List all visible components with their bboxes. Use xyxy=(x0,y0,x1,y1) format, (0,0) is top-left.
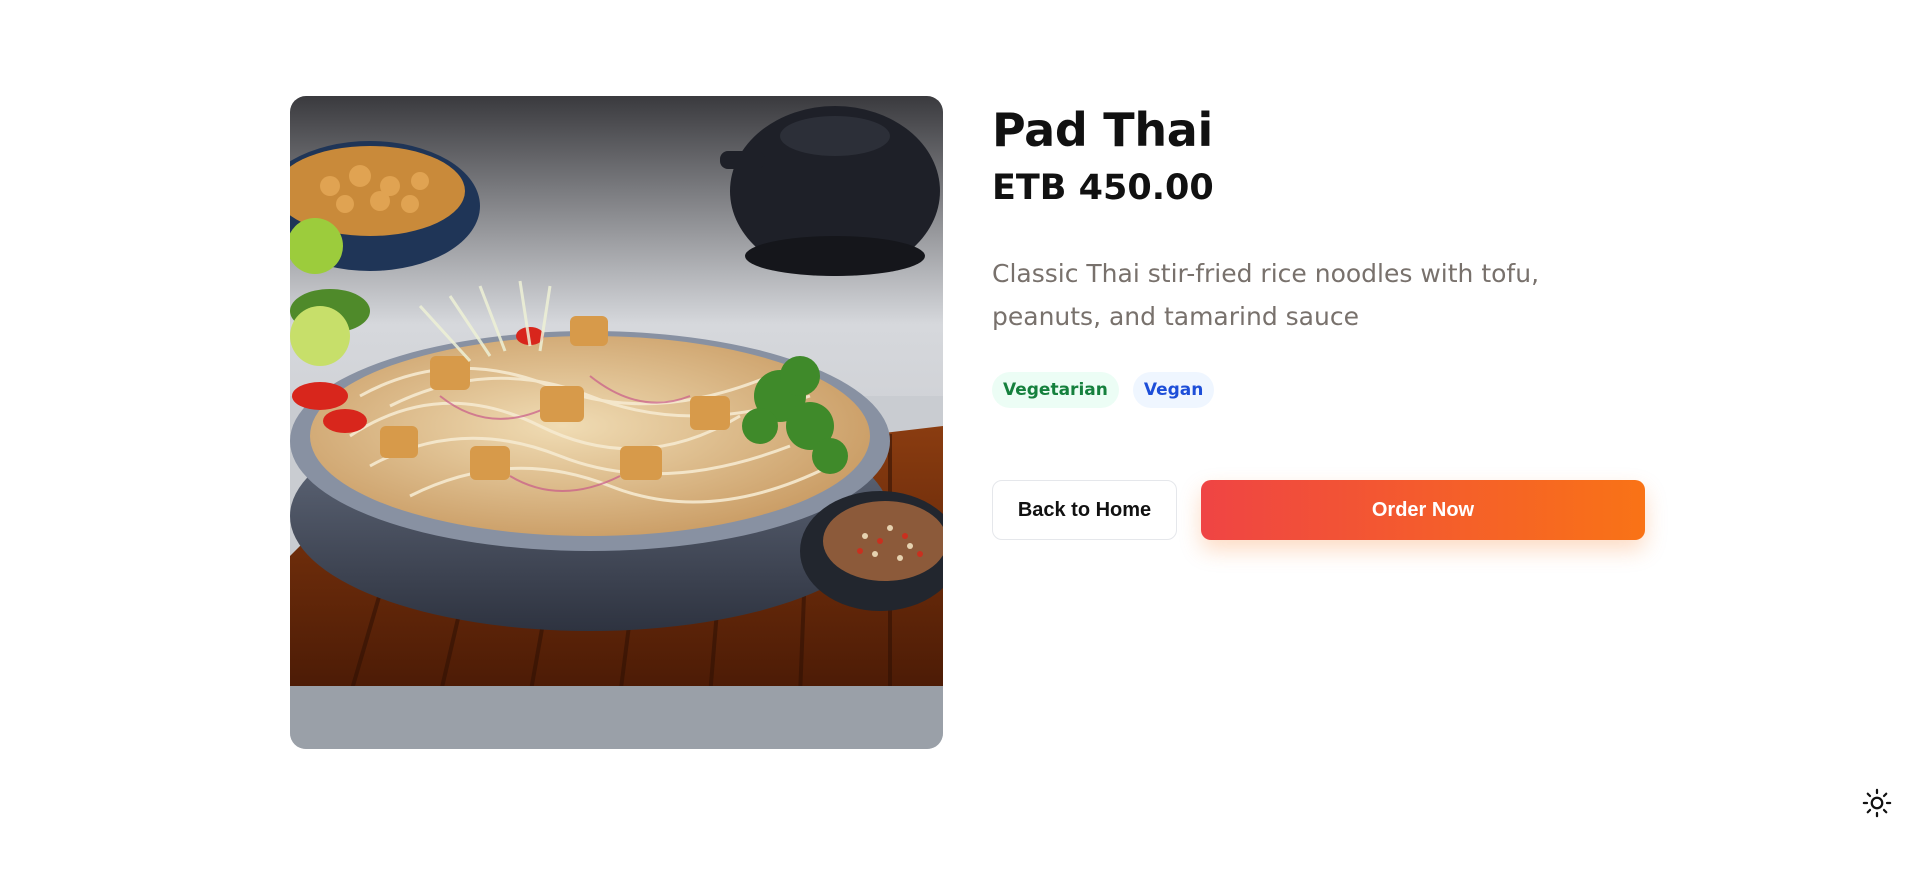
page: Pad Thai ETB 450.00 Classic Thai stir-fr… xyxy=(0,0,1920,877)
tag-vegan: Vegan xyxy=(1132,372,1215,408)
product-image xyxy=(290,96,943,749)
sun-icon xyxy=(1862,788,1892,818)
back-to-home-button[interactable]: Back to Home xyxy=(992,480,1177,540)
product-info: Pad Thai ETB 450.00 Classic Thai stir-fr… xyxy=(992,96,1645,749)
dietary-tags: Vegetarian Vegan xyxy=(992,372,1645,408)
theme-toggle-button[interactable] xyxy=(1857,783,1897,823)
product-price: ETB 450.00 xyxy=(992,168,1214,208)
order-now-button[interactable]: Order Now xyxy=(1201,480,1645,540)
action-buttons: Back to Home Order Now xyxy=(992,480,1645,540)
tag-vegetarian: Vegetarian xyxy=(992,372,1119,408)
product-detail: Pad Thai ETB 450.00 Classic Thai stir-fr… xyxy=(290,96,1645,749)
product-title: Pad Thai xyxy=(992,103,1213,157)
product-description: Classic Thai stir-fried rice noodles wit… xyxy=(992,259,1540,331)
